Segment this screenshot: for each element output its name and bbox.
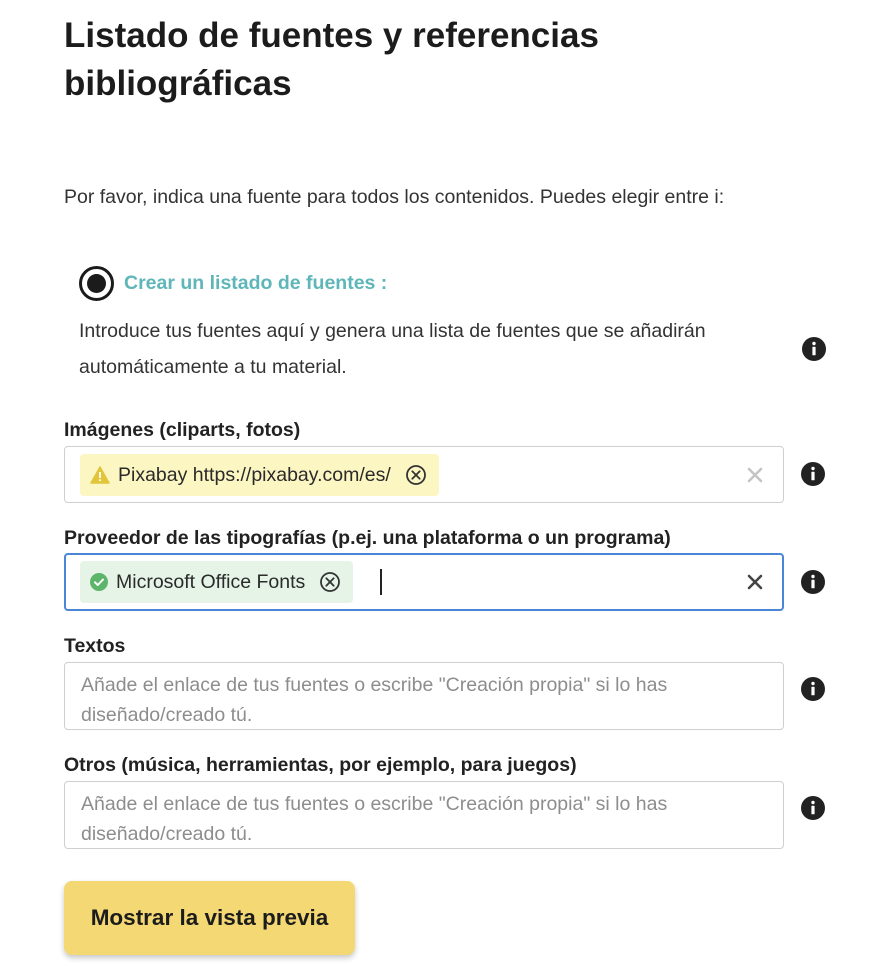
info-icon[interactable] (801, 677, 825, 701)
fonts-tag-input[interactable]: Microsoft Office Fonts (64, 553, 784, 611)
texts-placeholder: Añade el enlace de tus fuentes o escribe… (81, 674, 668, 726)
others-field-label: Otros (música, herramientas, por ejemplo… (64, 754, 577, 776)
images-tag-text: Pixabay https://pixabay.com/es/ (118, 463, 391, 486)
remove-tag-icon[interactable] (405, 464, 427, 486)
images-field-label: Imágenes (cliparts, fotos) (64, 419, 301, 441)
fonts-source-tag: Microsoft Office Fonts (80, 561, 354, 603)
info-icon[interactable] (801, 570, 825, 594)
show-preview-button[interactable]: Mostrar la vista previa (64, 881, 355, 955)
info-icon[interactable] (801, 796, 825, 820)
source-list-option-label: Crear un listado de fuentes : (124, 272, 388, 294)
images-tag-input[interactable]: Pixabay https://pixabay.com/es/ (64, 446, 784, 503)
clear-icon[interactable] (745, 572, 765, 592)
fonts-field-label: Proveedor de las tipografías (p.ej. una … (64, 527, 671, 549)
remove-tag-icon[interactable] (319, 571, 341, 593)
text-caret (380, 569, 382, 595)
source-list-radio[interactable] (79, 266, 114, 301)
info-icon[interactable] (802, 337, 826, 361)
source-list-description: Introduce tus fuentes aquí y genera una … (79, 320, 706, 378)
info-icon[interactable] (801, 462, 825, 486)
intro-text: Por favor, indica una fuente para todos … (64, 186, 725, 208)
check-circle-icon (90, 573, 108, 591)
clear-icon[interactable] (745, 465, 765, 485)
fonts-tag-text: Microsoft Office Fonts (116, 570, 306, 593)
warning-icon (90, 466, 110, 484)
page-title: Listado de fuentes y referencias bibliog… (64, 16, 599, 103)
texts-field-label: Textos (64, 635, 126, 657)
texts-field[interactable]: Añade el enlace de tus fuentes o escribe… (64, 662, 784, 730)
others-placeholder: Añade el enlace de tus fuentes o escribe… (81, 793, 668, 845)
source-list-option[interactable]: Crear un listado de fuentes : (79, 266, 387, 301)
radio-selected-dot (87, 274, 106, 293)
images-source-tag: Pixabay https://pixabay.com/es/ (80, 454, 439, 496)
others-field[interactable]: Añade el enlace de tus fuentes o escribe… (64, 781, 784, 849)
